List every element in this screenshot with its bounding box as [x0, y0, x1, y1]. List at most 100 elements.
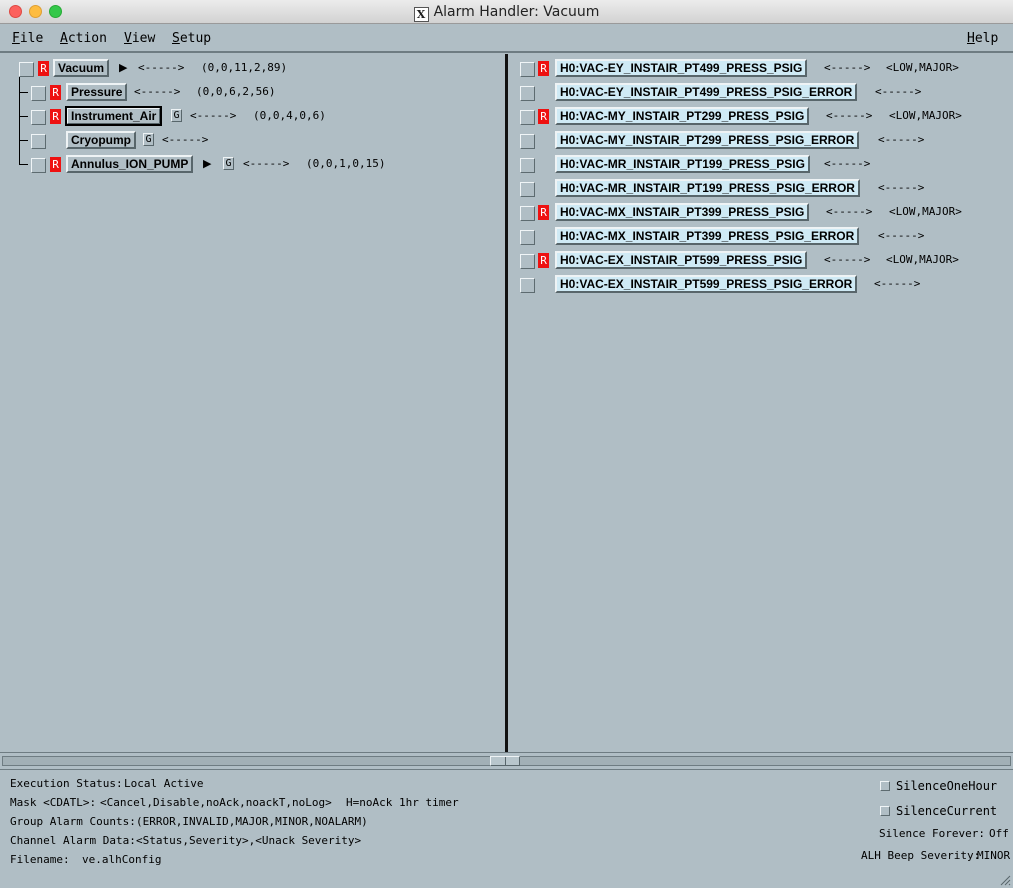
alarm-arrow: <-----> — [826, 205, 873, 218]
group-button-vacuum[interactable]: Vacuum — [53, 59, 110, 77]
alarm-arrow: <-----> — [138, 61, 185, 74]
beep-severity-value: MINOR — [977, 849, 1011, 862]
alarm-indicator: R — [538, 61, 549, 76]
group-row-cryopump: Cryopump G <-----> — [0, 130, 505, 150]
filename-value: ve.alhConfig — [82, 853, 162, 866]
group-row-vacuum: R Vacuum ▶ <-----> (0,0,11,2,89) — [0, 58, 505, 78]
menu-action[interactable]: Action — [60, 31, 107, 46]
alarm-indicator: R — [538, 253, 549, 268]
alarm-arrow: <-----> — [190, 109, 237, 122]
silence-forever-label: Silence Forever: — [879, 827, 985, 840]
x11-icon: X — [413, 7, 429, 22]
silence-hour-checkbox[interactable] — [880, 781, 890, 791]
alarm-indicator: R — [50, 109, 61, 124]
mask-note: H=noAck 1hr timer — [346, 796, 459, 809]
alarm-severity: <LOW,MAJOR> — [886, 253, 959, 266]
alarm-arrow: <-----> — [878, 181, 925, 194]
ack-checkbox[interactable] — [31, 134, 46, 149]
ack-checkbox[interactable] — [520, 62, 535, 77]
alarm-arrow: <-----> — [162, 133, 209, 146]
group-button-cryopump[interactable]: Cryopump — [66, 131, 136, 149]
filename-label: Filename: — [10, 853, 70, 866]
ack-checkbox[interactable] — [520, 134, 535, 149]
group-tree-pane: R Vacuum ▶ <-----> (0,0,11,2,89) R Press… — [0, 54, 505, 752]
alarm-severity: <LOW,MAJOR> — [886, 61, 959, 74]
channel-button[interactable]: H0:VAC-EY_INSTAIR_PT499_PRESS_PSIG — [555, 59, 808, 77]
channel-button[interactable]: H0:VAC-MX_INSTAIR_PT399_PRESS_PSIG — [555, 203, 810, 221]
channel-button[interactable]: H0:VAC-MR_INSTAIR_PT199_PRESS_PSIG — [555, 155, 810, 173]
channel-row: H0:VAC-EX_INSTAIR_PT599_PRESS_PSIG_ERROR… — [508, 274, 1013, 294]
channel-button[interactable]: H0:VAC-MY_INSTAIR_PT299_PRESS_PSIG — [555, 107, 810, 125]
channel-button[interactable]: H0:VAC-EX_INSTAIR_PT599_PRESS_PSIG — [555, 251, 808, 269]
silence-current-label[interactable]: SilenceCurrent — [896, 804, 997, 818]
alarm-indicator: R — [38, 61, 49, 76]
alarm-counts: (0,0,4,0,6) — [253, 109, 326, 122]
expand-arrow-icon[interactable]: ▶ — [119, 61, 127, 74]
ack-checkbox[interactable] — [520, 110, 535, 125]
group-counts-label: Group Alarm Counts: — [10, 815, 136, 828]
alarm-arrow: <-----> — [826, 109, 873, 122]
channel-row: R H0:VAC-EX_INSTAIR_PT599_PRESS_PSIG <--… — [508, 250, 1013, 270]
channel-row: H0:VAC-MR_INSTAIR_PT199_PRESS_PSIG_ERROR… — [508, 178, 1013, 198]
alarm-arrow: <-----> — [824, 157, 871, 170]
channel-button[interactable]: H0:VAC-EX_INSTAIR_PT599_PRESS_PSIG_ERROR — [555, 275, 858, 293]
channel-button[interactable]: H0:VAC-MR_INSTAIR_PT199_PRESS_PSIG_ERROR — [555, 179, 860, 197]
menu-bar: File Action View Setup Help — [0, 24, 1013, 53]
ack-checkbox[interactable] — [31, 158, 46, 173]
channel-button[interactable]: H0:VAC-MX_INSTAIR_PT399_PRESS_PSIG_ERROR — [555, 227, 860, 245]
menu-help[interactable]: Help — [967, 31, 998, 46]
group-button-instrument-air[interactable]: Instrument_Air — [64, 106, 163, 126]
ack-checkbox[interactable] — [520, 182, 535, 197]
guidance-button[interactable]: G — [223, 157, 234, 170]
channel-list-pane: R H0:VAC-EY_INSTAIR_PT499_PRESS_PSIG <--… — [508, 54, 1013, 752]
silence-hour-label[interactable]: SilenceOneHour — [896, 779, 997, 793]
resize-grip-icon[interactable] — [999, 874, 1011, 886]
alarm-counts: (0,0,6,2,56) — [196, 85, 276, 98]
group-button-pressure[interactable]: Pressure — [66, 83, 128, 101]
window-title: Alarm Handler: Vacuum — [433, 4, 600, 20]
guidance-button[interactable]: G — [143, 133, 154, 146]
group-button-annulus-ion-pump[interactable]: Annulus_ION_PUMP — [66, 155, 194, 173]
exec-status-value: Local Active — [124, 777, 204, 790]
guidance-button[interactable]: G — [171, 109, 182, 122]
alarm-indicator: R — [538, 109, 549, 124]
alarm-counts: (0,0,11,2,89) — [201, 61, 288, 74]
ack-checkbox[interactable] — [31, 110, 46, 125]
ack-checkbox[interactable] — [520, 158, 535, 173]
channel-row: H0:VAC-MX_INSTAIR_PT399_PRESS_PSIG_ERROR… — [508, 226, 1013, 246]
silence-current-checkbox[interactable] — [880, 806, 890, 816]
alarm-arrow: <-----> — [134, 85, 181, 98]
group-row-instrument-air: R Instrument_Air G <-----> (0,0,4,0,6) — [0, 106, 505, 126]
channel-data-label: Channel Alarm Data: — [10, 834, 136, 847]
menu-setup[interactable]: Setup — [172, 31, 211, 46]
expand-arrow-icon[interactable]: ▶ — [203, 157, 211, 170]
channel-button[interactable]: H0:VAC-EY_INSTAIR_PT499_PRESS_PSIG_ERROR — [555, 83, 858, 101]
alarm-indicator: R — [50, 157, 61, 172]
ack-checkbox[interactable] — [520, 254, 535, 269]
alarm-indicator: R — [538, 205, 549, 220]
alarm-counts: (0,0,1,0,15) — [306, 157, 386, 170]
status-area: Execution Status: Local Active Mask <CDA… — [0, 770, 1013, 888]
channel-button[interactable]: H0:VAC-MY_INSTAIR_PT299_PRESS_PSIG_ERROR — [555, 131, 860, 149]
scrollbar-thumb[interactable] — [490, 756, 520, 766]
channel-row: H0:VAC-EY_INSTAIR_PT499_PRESS_PSIG_ERROR… — [508, 82, 1013, 102]
group-counts-value: (ERROR,INVALID,MAJOR,MINOR,NOALARM) — [136, 815, 368, 828]
menu-view[interactable]: View — [124, 31, 155, 46]
alarm-arrow: <-----> — [824, 253, 871, 266]
window-title-wrap: X Alarm Handler: Vacuum — [0, 4, 1013, 22]
title-bar: X Alarm Handler: Vacuum — [0, 0, 1013, 24]
horizontal-scrollbar[interactable] — [0, 752, 1013, 770]
menu-file[interactable]: File — [12, 31, 43, 46]
ack-checkbox[interactable] — [31, 86, 46, 101]
ack-checkbox[interactable] — [19, 62, 34, 77]
ack-checkbox[interactable] — [520, 86, 535, 101]
alarm-arrow: <-----> — [878, 133, 925, 146]
channel-row: H0:VAC-MR_INSTAIR_PT199_PRESS_PSIG <----… — [508, 154, 1013, 174]
alarm-arrow: <-----> — [824, 61, 871, 74]
alarm-severity: <LOW,MAJOR> — [889, 109, 962, 122]
alarm-indicator: R — [50, 85, 61, 100]
ack-checkbox[interactable] — [520, 230, 535, 245]
group-row-annulus-ion-pump: R Annulus_ION_PUMP ▶ G <-----> (0,0,1,0,… — [0, 154, 505, 174]
ack-checkbox[interactable] — [520, 206, 535, 221]
ack-checkbox[interactable] — [520, 278, 535, 293]
